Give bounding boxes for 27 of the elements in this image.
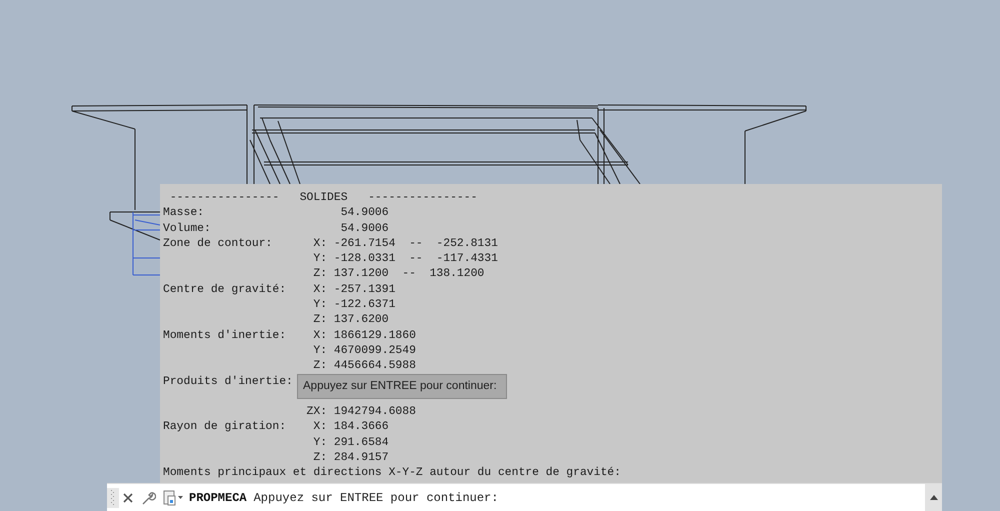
history-line: Z: 4456664.5988 xyxy=(312,359,416,374)
history-line: Centre de gravité: X: -257.1391 xyxy=(163,282,396,298)
wrench-icon[interactable] xyxy=(140,490,156,506)
history-line: Rayon de giration: X: 184.3666 xyxy=(163,420,389,436)
scroll-up-button[interactable] xyxy=(925,484,942,511)
history-line: Z: 284.9157 xyxy=(312,451,389,466)
history-line: Masse: 54.9006 xyxy=(163,206,389,222)
history-line: Y: -122.6371 xyxy=(312,298,396,314)
grip-handle[interactable] xyxy=(107,488,119,508)
history-line: Y: 4670099.2549 xyxy=(312,344,416,359)
history-line: Moments d'inertie: X: 1866129.1860 xyxy=(163,328,416,344)
history-line: ---------------- SOLIDES ---------------- xyxy=(168,191,478,206)
history-line: Moments principaux et directions X-Y-Z autour du centre de gravité: xyxy=(163,466,621,482)
history-line: Volume: 54.9006 xyxy=(163,222,389,237)
history-line: Produits d'inertie: xyxy=(163,374,293,390)
history-line: Y: 291.6584 xyxy=(312,436,389,451)
history-line: Zone de contour: X: -261.7154 -- -252.8131 xyxy=(163,236,498,252)
history-line: ZX: 1942794.6088 xyxy=(306,405,416,420)
history-line: Z: 137.1200 -- 138.1200 xyxy=(312,267,484,282)
history-line: Z: 137.6200 xyxy=(312,313,389,328)
command-prompt: Appuyez sur ENTREE pour continuer: xyxy=(254,490,498,504)
caret-icon xyxy=(930,495,938,500)
history-line: Y: -128.0331 -- -117.4331 xyxy=(312,252,498,268)
history-dropdown-icon[interactable] xyxy=(163,490,185,506)
close-icon[interactable] xyxy=(123,492,133,502)
tooltip: Appuyez sur ENTREE pour continuer: xyxy=(297,374,507,399)
command-name: PROPMECA xyxy=(189,490,247,504)
